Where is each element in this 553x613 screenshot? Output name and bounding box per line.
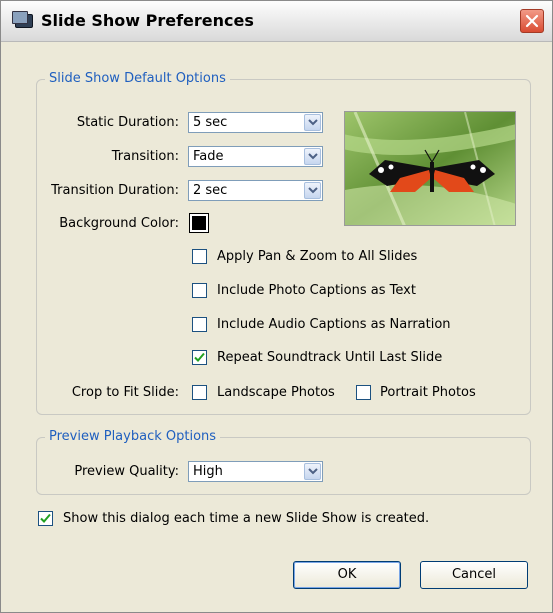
preview-thumbnail — [344, 111, 516, 226]
landscape-photos-checkbox[interactable] — [192, 385, 207, 400]
checkmark-icon — [194, 352, 205, 362]
static-duration-value: 5 sec — [193, 115, 228, 130]
chevron-down-icon[interactable] — [304, 114, 321, 131]
landscape-photos-label: Landscape Photos — [217, 385, 335, 400]
preview-quality-value: High — [193, 464, 223, 479]
close-icon — [525, 14, 539, 28]
ok-button[interactable]: OK — [293, 561, 401, 589]
slideshow-app-icon — [12, 11, 33, 28]
chevron-down-icon[interactable] — [304, 463, 321, 480]
static-duration-label: Static Duration: — [76, 115, 179, 130]
transition-value: Fade — [193, 149, 224, 164]
background-color-swatch[interactable] — [189, 213, 209, 233]
portrait-photos-checkbox[interactable] — [356, 385, 371, 400]
transition-duration-value: 2 sec — [193, 183, 228, 198]
dialog-title: Slide Show Preferences — [41, 11, 254, 30]
checkmark-icon — [40, 513, 51, 523]
slide-show-preferences-dialog: Slide Show Preferences Slide Show Defaul… — [0, 0, 553, 613]
preview-quality-select[interactable]: High — [188, 461, 323, 482]
show-dialog-checkbox[interactable] — [38, 511, 53, 526]
background-color-fill — [192, 216, 206, 230]
preview-options-group-title: Preview Playback Options — [45, 429, 221, 444]
transition-duration-select[interactable]: 2 sec — [188, 180, 323, 201]
pan-zoom-label: Apply Pan & Zoom to All Slides — [217, 249, 418, 264]
pan-zoom-checkbox[interactable] — [192, 249, 207, 264]
chevron-down-icon[interactable] — [304, 148, 321, 165]
portrait-photos-label: Portrait Photos — [380, 385, 476, 400]
photo-captions-label: Include Photo Captions as Text — [217, 283, 416, 298]
crop-to-fit-label: Crop to Fit Slide: — [71, 385, 179, 400]
audio-captions-checkbox[interactable] — [192, 317, 207, 332]
cancel-button[interactable]: Cancel — [420, 561, 528, 589]
butterfly-photo — [345, 112, 515, 225]
chevron-down-icon[interactable] — [304, 182, 321, 199]
repeat-soundtrack-label: Repeat Soundtrack Until Last Slide — [217, 350, 443, 365]
close-button[interactable] — [520, 9, 544, 33]
static-duration-select[interactable]: 5 sec — [188, 112, 323, 133]
photo-captions-checkbox[interactable] — [192, 283, 207, 298]
background-color-label: Background Color: — [59, 216, 179, 231]
default-options-group-title: Slide Show Default Options — [45, 71, 230, 86]
title-bar: Slide Show Preferences — [1, 1, 552, 42]
audio-captions-label: Include Audio Captions as Narration — [217, 317, 451, 332]
show-dialog-label: Show this dialog each time a new Slide S… — [63, 511, 430, 526]
preview-quality-label: Preview Quality: — [74, 464, 179, 479]
repeat-soundtrack-checkbox[interactable] — [192, 350, 207, 365]
transition-select[interactable]: Fade — [188, 146, 323, 167]
transition-duration-label: Transition Duration: — [51, 183, 179, 198]
transition-label: Transition: — [111, 149, 179, 164]
